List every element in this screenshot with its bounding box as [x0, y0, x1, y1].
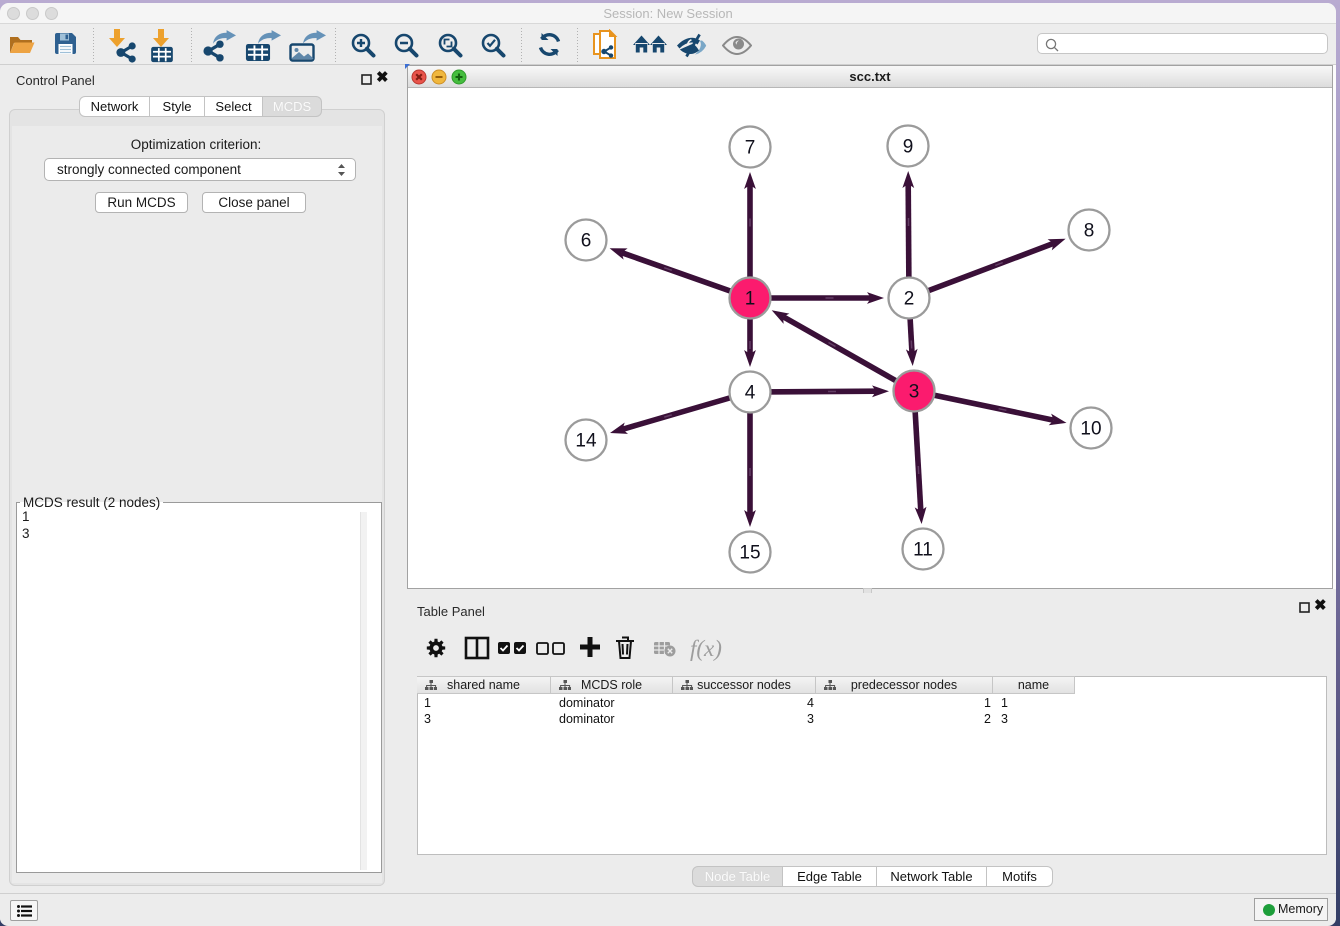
svg-text:3: 3 — [909, 382, 920, 403]
svg-text:2: 2 — [904, 289, 915, 310]
svg-text:15: 15 — [739, 543, 760, 564]
svg-text:1: 1 — [745, 289, 756, 310]
svg-text:8: 8 — [1084, 221, 1095, 242]
svg-text:10: 10 — [1080, 419, 1101, 440]
svg-text:7: 7 — [745, 138, 756, 159]
svg-text:11: 11 — [913, 540, 933, 561]
svg-text:6: 6 — [581, 231, 592, 252]
svg-text:9: 9 — [903, 137, 914, 158]
svg-text:4: 4 — [745, 383, 756, 404]
svg-text:14: 14 — [575, 431, 597, 452]
svg-text:f(x): f(x) — [690, 636, 722, 661]
